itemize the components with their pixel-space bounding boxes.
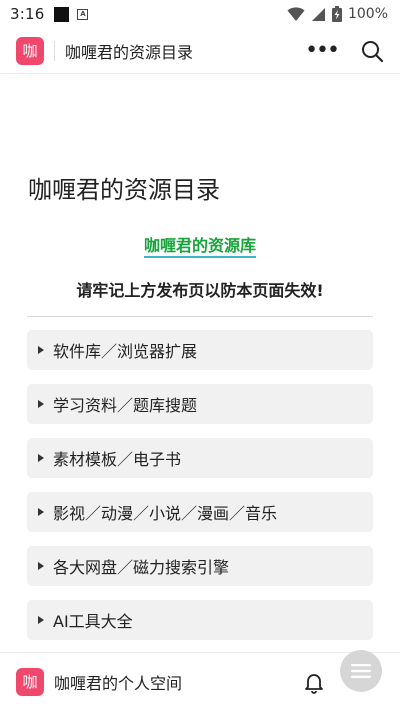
menu-icon	[351, 664, 371, 678]
divider	[27, 316, 373, 317]
notice-text: 请牢记上方发布页以防本页面失效!	[76, 281, 324, 300]
toggle-materials[interactable]: 素材模板／电子书	[27, 438, 373, 478]
app-header: 咖 咖喱君的资源目录 •••	[0, 28, 400, 74]
battery-icon	[331, 6, 342, 22]
toggle-media[interactable]: 影视／动漫／小说／漫画／音乐	[27, 492, 373, 532]
main-content: 咖喱君的资源目录 咖喱君的资源库 请牢记上方发布页以防本页面失效! 软件库／浏览…	[0, 74, 400, 652]
caret-right-icon	[38, 346, 44, 354]
bottom-bar: 咖 咖喱君的个人空间	[0, 652, 400, 710]
status-bar: 3:16 A 100%	[0, 0, 400, 28]
toggle-label: AI工具大全	[53, 612, 133, 631]
toggle-label: 软件库／浏览器扩展	[53, 342, 198, 361]
caret-right-icon	[38, 616, 44, 624]
toggle-study[interactable]: 学习资料／题库搜题	[27, 384, 373, 424]
search-icon[interactable]	[360, 39, 384, 63]
more-icon[interactable]: •••	[305, 39, 340, 61]
bell-icon[interactable]	[302, 670, 326, 694]
signal-icon	[311, 7, 325, 21]
header-divider	[54, 40, 55, 61]
toggle-label: 素材模板／电子书	[53, 450, 182, 469]
space-title[interactable]: 咖喱君的个人空间	[54, 670, 182, 694]
toggle-ai-tools[interactable]: AI工具大全	[27, 600, 373, 640]
space-logo[interactable]: 咖	[16, 667, 44, 696]
notification-square-icon	[54, 6, 70, 22]
toggle-netdisk[interactable]: 各大网盘／磁力搜索引擎	[27, 546, 373, 586]
battery-percent: 100%	[347, 6, 388, 22]
wifi-icon	[287, 6, 305, 21]
toggle-label: 影视／动漫／小说／漫画／音乐	[53, 504, 278, 523]
toggle-label: 各大网盘／磁力搜索引擎	[53, 558, 230, 577]
resource-link-row: 咖喱君的资源库	[0, 232, 400, 258]
header-actions: •••	[305, 39, 384, 63]
caret-right-icon	[38, 454, 44, 462]
toggle-label: 学习资料／题库搜题	[53, 396, 198, 415]
caret-right-icon	[38, 508, 44, 516]
status-time: 3:16	[10, 5, 45, 23]
status-indicators: 100%	[287, 6, 388, 22]
caret-right-icon	[38, 400, 44, 408]
caret-right-icon	[38, 562, 44, 570]
notification-a-icon: A	[77, 8, 89, 20]
header-title[interactable]: 咖喱君的资源目录	[65, 39, 193, 63]
toggle-software[interactable]: 软件库／浏览器扩展	[27, 330, 373, 370]
page-title: 咖喱君的资源目录	[28, 176, 220, 204]
site-logo[interactable]: 咖	[16, 36, 44, 65]
menu-button[interactable]	[340, 650, 382, 692]
resource-link[interactable]: 咖喱君的资源库	[143, 236, 256, 258]
